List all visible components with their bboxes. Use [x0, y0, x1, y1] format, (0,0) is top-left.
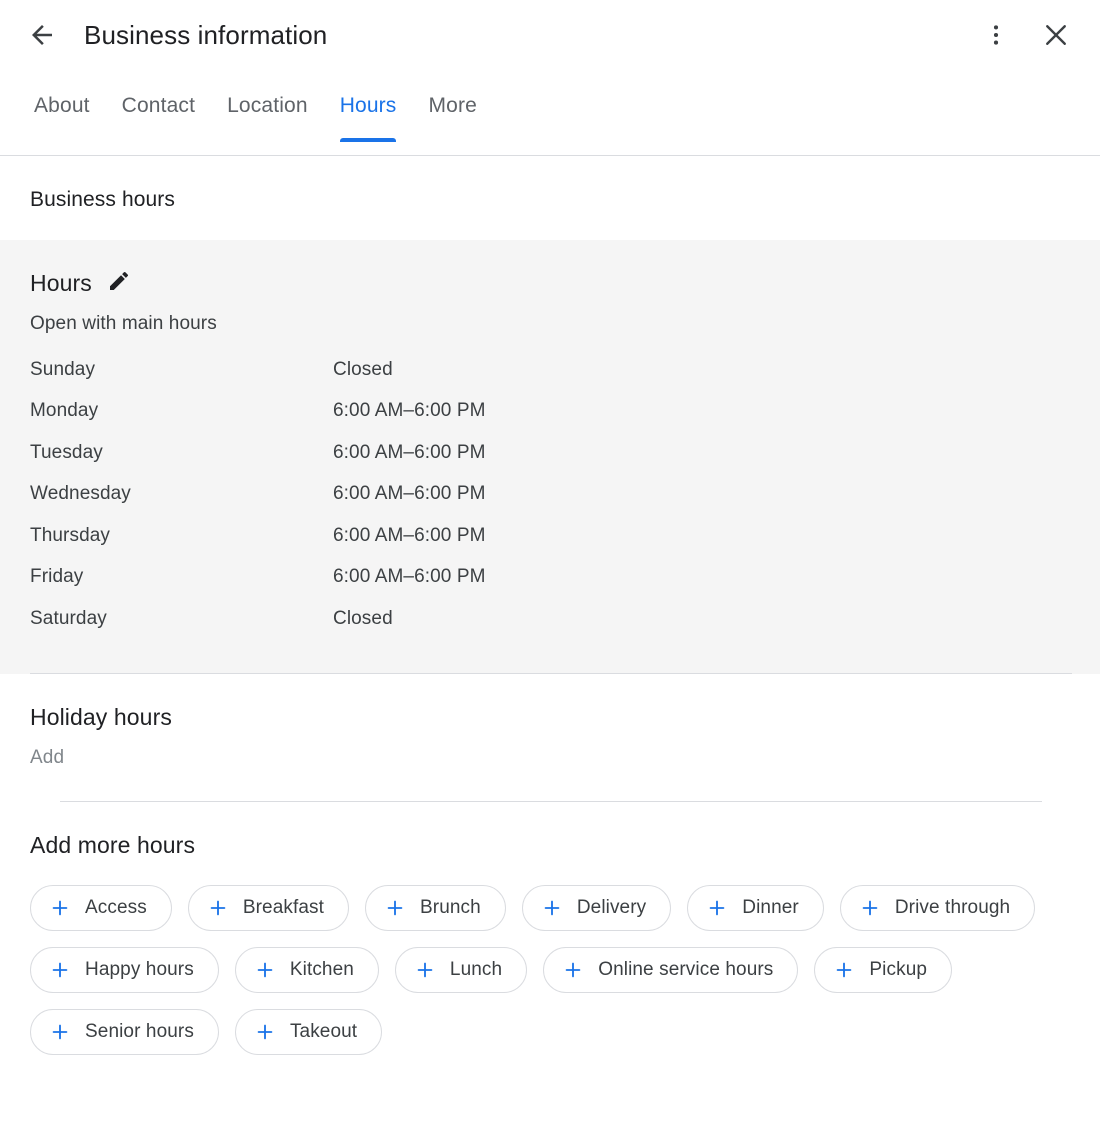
table-row: Monday 6:00 AM–6:00 PM	[30, 391, 1070, 433]
tab-label: About	[34, 94, 90, 118]
chip-label: Takeout	[290, 1021, 357, 1043]
holiday-hours-title: Holiday hours	[30, 704, 1070, 731]
day-label: Saturday	[30, 598, 333, 640]
back-button[interactable]	[18, 11, 66, 59]
plus-icon	[49, 897, 71, 919]
day-hours: 6:00 AM–6:00 PM	[333, 432, 1070, 474]
tab-label: Contact	[122, 94, 195, 118]
arrow-left-icon	[27, 20, 57, 50]
chip-access[interactable]: Access	[30, 885, 172, 931]
chip-label: Dinner	[742, 897, 799, 919]
chip-pickup[interactable]: Pickup	[814, 947, 952, 993]
chip-takeout[interactable]: Takeout	[235, 1009, 382, 1055]
section-divider	[60, 801, 1042, 802]
chip-label: Access	[85, 897, 147, 919]
holiday-hours-add-link[interactable]: Add	[30, 747, 64, 769]
chip-label: Online service hours	[598, 959, 773, 981]
chip-label: Happy hours	[85, 959, 194, 981]
chip-kitchen[interactable]: Kitchen	[235, 947, 379, 993]
table-row: Saturday Closed	[30, 598, 1070, 640]
chip-label: Kitchen	[290, 959, 354, 981]
close-icon	[1041, 20, 1071, 50]
chip-label: Delivery	[577, 897, 646, 919]
business-hours-title: Business hours	[30, 188, 1070, 212]
hours-subtitle: Open with main hours	[30, 313, 1070, 335]
chip-drive-through[interactable]: Drive through	[840, 885, 1035, 931]
chip-label: Brunch	[420, 897, 481, 919]
hours-label: Hours	[30, 270, 92, 297]
plus-icon	[207, 897, 229, 919]
day-hours: 6:00 AM–6:00 PM	[333, 515, 1070, 557]
chip-label: Pickup	[869, 959, 927, 981]
close-button[interactable]	[1032, 11, 1080, 59]
pencil-icon	[107, 269, 131, 298]
edit-hours-button[interactable]	[106, 271, 132, 297]
business-information-dialog: Business information	[0, 0, 1100, 1142]
day-hours: 6:00 AM–6:00 PM	[333, 391, 1070, 433]
chip-label: Breakfast	[243, 897, 324, 919]
plus-icon	[706, 897, 728, 919]
table-row: Tuesday 6:00 AM–6:00 PM	[30, 432, 1070, 474]
day-label: Wednesday	[30, 474, 333, 516]
day-hours: 6:00 AM–6:00 PM	[333, 557, 1070, 599]
day-hours: Closed	[333, 349, 1070, 391]
tab-label: Location	[227, 94, 308, 118]
plus-icon	[49, 959, 71, 981]
page-title: Business information	[84, 20, 327, 51]
table-row: Wednesday 6:00 AM–6:00 PM	[30, 474, 1070, 516]
tab-contact[interactable]: Contact	[106, 70, 211, 142]
day-label: Tuesday	[30, 432, 333, 474]
overflow-menu-button[interactable]	[972, 11, 1020, 59]
tab-more[interactable]: More	[412, 70, 492, 142]
table-row: Sunday Closed	[30, 349, 1070, 391]
table-row: Thursday 6:00 AM–6:00 PM	[30, 515, 1070, 557]
plus-icon	[562, 959, 584, 981]
plus-icon	[541, 897, 563, 919]
chip-senior-hours[interactable]: Senior hours	[30, 1009, 219, 1055]
tab-hours[interactable]: Hours	[324, 70, 413, 142]
chip-happy-hours[interactable]: Happy hours	[30, 947, 219, 993]
day-label: Sunday	[30, 349, 333, 391]
day-hours: 6:00 AM–6:00 PM	[333, 474, 1070, 516]
chip-label: Senior hours	[85, 1021, 194, 1043]
hours-card-header: Hours	[30, 270, 1070, 297]
chip-breakfast[interactable]: Breakfast	[188, 885, 349, 931]
plus-icon	[833, 959, 855, 981]
hours-type-chip-list: Access Breakfast Brunch Delivery	[30, 885, 1070, 1055]
add-more-hours-section: Add more hours Access Breakfast Brunch	[0, 802, 1100, 1055]
tab-bar: About Contact Location Hours More	[0, 70, 1100, 156]
plus-icon	[254, 959, 276, 981]
plus-icon	[254, 1021, 276, 1043]
tab-about[interactable]: About	[18, 70, 106, 142]
dialog-header: Business information	[0, 0, 1100, 70]
chip-delivery[interactable]: Delivery	[522, 885, 671, 931]
add-more-hours-title: Add more hours	[30, 832, 1070, 859]
day-label: Monday	[30, 391, 333, 433]
chip-dinner[interactable]: Dinner	[687, 885, 824, 931]
plus-icon	[414, 959, 436, 981]
tab-label: More	[428, 94, 476, 118]
tab-location[interactable]: Location	[211, 70, 324, 142]
header-actions	[972, 11, 1080, 59]
chip-brunch[interactable]: Brunch	[365, 885, 506, 931]
plus-icon	[859, 897, 881, 919]
more-vert-icon	[983, 22, 1009, 48]
chip-lunch[interactable]: Lunch	[395, 947, 527, 993]
holiday-hours-section: Holiday hours Add	[0, 674, 1100, 802]
chip-label: Drive through	[895, 897, 1010, 919]
tab-label: Hours	[340, 94, 397, 118]
day-label: Friday	[30, 557, 333, 599]
hours-card: Hours Open with main hours Sunday Closed…	[0, 240, 1100, 674]
plus-icon	[384, 897, 406, 919]
day-hours: Closed	[333, 598, 1070, 640]
chip-online-service-hours[interactable]: Online service hours	[543, 947, 798, 993]
business-hours-section-header: Business hours	[0, 156, 1100, 240]
day-label: Thursday	[30, 515, 333, 557]
hours-table: Sunday Closed Monday 6:00 AM–6:00 PM Tue…	[30, 349, 1070, 640]
table-row: Friday 6:00 AM–6:00 PM	[30, 557, 1070, 599]
chip-label: Lunch	[450, 959, 502, 981]
plus-icon	[49, 1021, 71, 1043]
